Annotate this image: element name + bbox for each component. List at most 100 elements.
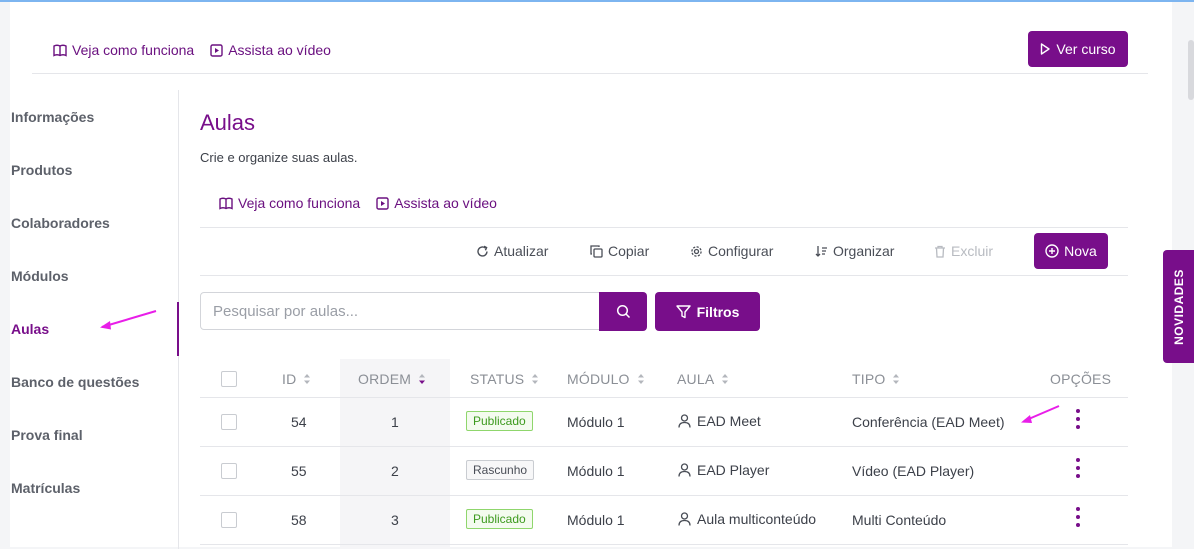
section-watch-video-label: Assista ao vídeo [394, 195, 497, 211]
atualizar-button[interactable]: Atualizar [476, 243, 548, 259]
how-it-works-label: Veja como funciona [72, 42, 195, 58]
column-header-tipo[interactable]: TIPO [852, 371, 900, 387]
ver-curso-button[interactable]: Ver curso [1028, 31, 1128, 67]
video-icon [376, 196, 389, 210]
column-header-id[interactable]: ID [282, 371, 311, 387]
sidebar-item-produtos[interactable]: Produtos [11, 162, 72, 178]
refresh-icon [477, 245, 488, 257]
row-modulo: Módulo 1 [567, 512, 625, 528]
copiar-label: Copiar [608, 243, 650, 259]
excluir-button[interactable]: Excluir [934, 243, 993, 259]
watch-video-link[interactable]: Assista ao vídeo [210, 42, 331, 58]
search-input[interactable] [200, 292, 600, 330]
sort-arrows-icon [419, 374, 426, 384]
kebab-icon[interactable] [1072, 458, 1084, 478]
sidebar-item-banco-de-questoes[interactable]: Banco de questões [11, 374, 139, 390]
toolbar-bottom-divider [200, 275, 1128, 276]
copy-icon [590, 244, 603, 258]
header-help-links: Veja como funciona Assista ao vídeo [53, 42, 331, 58]
sort-arrows-icon [532, 374, 539, 384]
ver-curso-label: Ver curso [1056, 41, 1116, 57]
row-aula-label: EAD Player [697, 462, 770, 478]
book-icon [53, 44, 67, 57]
user-icon [678, 463, 691, 477]
search-icon [616, 304, 630, 319]
sort-arrows-icon [304, 374, 311, 384]
select-all-checkbox[interactable] [221, 371, 237, 387]
row-ordem: 2 [391, 463, 399, 479]
column-header-status[interactable]: STATUS [470, 371, 539, 387]
book-icon [219, 197, 233, 210]
column-header-ordem-label: ORDEM [358, 371, 412, 387]
sidebar-item-modulos[interactable]: Módulos [11, 268, 69, 284]
status-badge: Publicado [466, 509, 533, 529]
status-badge: Publicado [466, 411, 533, 431]
header-divider [32, 73, 1148, 74]
row-aula[interactable]: EAD Player [678, 462, 769, 478]
status-badge: Rascunho [466, 460, 535, 480]
user-icon [678, 414, 691, 428]
row-aula[interactable]: Aula multiconteúdo [678, 511, 816, 527]
toolbar-top-divider [200, 227, 1128, 228]
configurar-button[interactable]: Configurar [690, 243, 773, 259]
row-divider [200, 544, 1128, 545]
sort-arrows-icon [637, 374, 644, 384]
kebab-icon[interactable] [1072, 507, 1084, 527]
how-it-works-link[interactable]: Veja como funciona [53, 42, 194, 58]
annotation-arrow-icon [1021, 405, 1060, 423]
section-how-it-works-link[interactable]: Veja como funciona [219, 195, 360, 211]
row-id: 58 [291, 512, 307, 528]
sidebar-item-informacoes[interactable]: Informações [11, 109, 94, 125]
row-id: 54 [291, 414, 307, 430]
atualizar-label: Atualizar [494, 243, 549, 259]
trash-icon [935, 245, 945, 258]
column-header-modulo-label: MÓDULO [567, 371, 630, 387]
sidebar-item-prova-final[interactable]: Prova final [11, 427, 83, 443]
course-editor-card: Veja como funciona Assista ao vídeo Ver … [10, 2, 1172, 549]
copiar-button[interactable]: Copiar [590, 243, 649, 259]
filter-icon [675, 304, 691, 318]
row-id: 55 [291, 463, 307, 479]
annotation-arrow-icon [100, 310, 157, 330]
plus-circle-icon [1045, 244, 1059, 258]
sort-icon [815, 245, 827, 257]
column-header-aula-label: AULA [677, 371, 715, 387]
nova-label: Nova [1064, 243, 1097, 259]
search-button[interactable] [599, 292, 647, 331]
row-checkbox[interactable] [221, 414, 237, 430]
row-modulo: Módulo 1 [567, 414, 625, 430]
row-aula-label: EAD Meet [697, 413, 761, 429]
row-aula[interactable]: EAD Meet [678, 413, 761, 429]
section-help-links: Veja como funciona Assista ao vídeo [219, 195, 497, 211]
nova-button[interactable]: Nova [1034, 233, 1108, 269]
row-tipo: Conferência (EAD Meet) [852, 414, 1005, 430]
user-icon [678, 512, 691, 526]
sort-arrows-icon [722, 374, 729, 384]
configurar-label: Configurar [708, 243, 774, 259]
filtros-button[interactable]: Filtros [655, 292, 760, 331]
sidebar-item-matriculas[interactable]: Matrículas [11, 480, 80, 496]
table-header-divider [200, 397, 1128, 398]
kebab-icon[interactable] [1072, 409, 1084, 429]
column-header-ordem[interactable]: ORDEM [358, 371, 426, 387]
page-scrollbar[interactable] [1188, 40, 1194, 100]
sidebar-item-aulas[interactable]: Aulas [11, 321, 49, 337]
section-watch-video-link[interactable]: Assista ao vídeo [376, 195, 497, 211]
sidebar-active-indicator [177, 302, 179, 356]
sidebar-item-colaboradores[interactable]: Colaboradores [11, 215, 110, 231]
watch-video-label: Assista ao vídeo [228, 42, 331, 58]
column-header-aula[interactable]: AULA [677, 371, 729, 387]
row-divider [200, 495, 1128, 496]
row-aula-label: Aula multiconteúdo [697, 511, 817, 527]
column-header-opcoes: OPÇÕES [1050, 371, 1111, 387]
organizar-button[interactable]: Organizar [815, 243, 894, 259]
organizar-label: Organizar [833, 243, 895, 259]
page-title: Aulas [200, 110, 256, 135]
row-divider [200, 446, 1128, 447]
excluir-label: Excluir [951, 243, 994, 259]
novidades-tab[interactable]: NOVIDADES [1163, 250, 1194, 363]
row-checkbox[interactable] [221, 463, 237, 479]
row-checkbox[interactable] [221, 512, 237, 528]
play-icon [1041, 43, 1051, 55]
column-header-modulo[interactable]: MÓDULO [567, 371, 645, 387]
